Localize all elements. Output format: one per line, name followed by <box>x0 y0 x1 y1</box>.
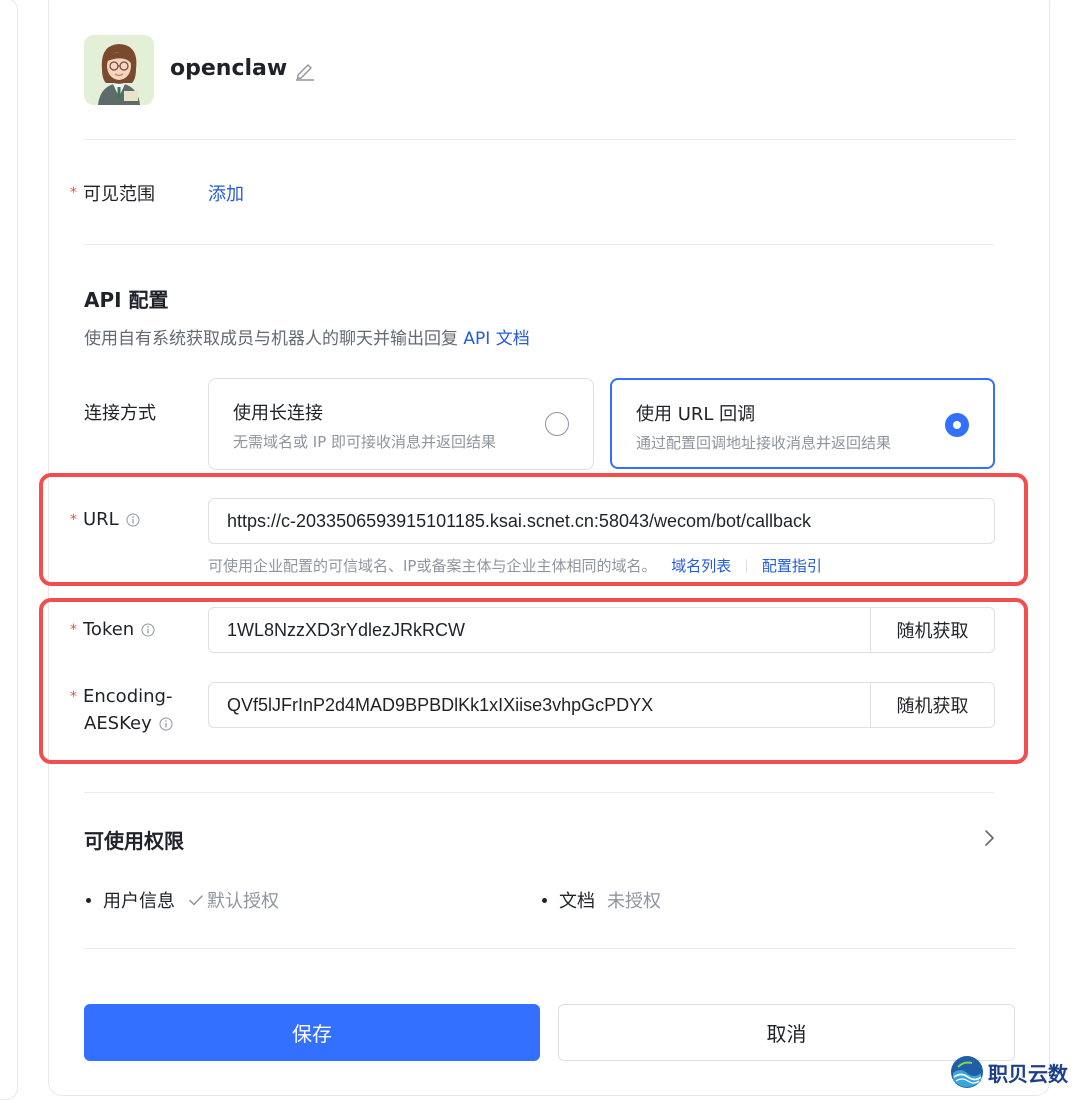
bot-avatar <box>84 35 154 105</box>
api-divider <box>84 792 994 793</box>
connection-option-long-connection[interactable]: 使用长连接 无需域名或 IP 即可接收消息并返回结果 <box>208 378 594 470</box>
url-hint-text: 可使用企业配置的可信域名、IP或备案主体与企业主体相同的域名。 <box>208 557 657 575</box>
option-title: 使用长连接 <box>233 403 323 424</box>
radio-unselected-icon[interactable] <box>545 412 569 436</box>
cancel-button[interactable]: 取消 <box>558 1004 1015 1061</box>
edit-pencil-icon[interactable] <box>293 58 317 82</box>
option-title: 使用 URL 回调 <box>636 404 756 425</box>
aeskey-input[interactable]: QVf5lJFrInP2d4MAD9BPBDlKk1xIXiise3vhpGcP… <box>209 683 870 727</box>
connection-option-url-callback[interactable]: 使用 URL 回调 通过配置回调地址接收消息并返回结果 <box>610 378 995 469</box>
save-button[interactable]: 保存 <box>84 1004 540 1061</box>
watermark-text: 职贝云数 <box>988 1061 1068 1086</box>
bullet-dot <box>542 897 547 903</box>
api-doc-link[interactable]: API 文档 <box>463 329 529 349</box>
api-config-title: API 配置 <box>84 288 169 312</box>
aeskey-input-group: QVf5lJFrInP2d4MAD9BPBDlKk1xIXiise3vhpGcP… <box>208 682 995 728</box>
url-label-row: * URL <box>70 509 140 530</box>
api-config-description: 使用自有系统获取成员与机器人的聊天并输出回复 API 文档 <box>84 324 530 349</box>
header-divider <box>84 139 1015 140</box>
left-panel-edge <box>0 0 18 1100</box>
avatar-woman-glasses-icon <box>84 35 154 105</box>
aeskey-label-line2: AESKey <box>84 713 152 734</box>
check-icon <box>189 895 203 906</box>
permission-name: 文档 <box>559 891 595 912</box>
domain-list-link[interactable]: 域名列表 <box>671 557 731 575</box>
token-input-group: 1WL8NzzXD3rYdlezJRkRCW 随机获取 <box>208 607 995 653</box>
required-mark: * <box>70 185 77 201</box>
connection-label: 连接方式 <box>84 403 156 424</box>
visibility-label-row: * 可见范围 <box>70 180 155 206</box>
permission-status: 默认授权 <box>207 891 279 912</box>
visibility-label: 可见范围 <box>83 184 155 205</box>
aeskey-label-row: * Encoding- AESKey <box>70 686 173 734</box>
api-description-text: 使用自有系统获取成员与机器人的聊天并输出回复 <box>84 329 458 349</box>
permissions-title: 可使用权限 <box>84 829 184 853</box>
required-mark: * <box>70 688 77 705</box>
url-hint: 可使用企业配置的可信域名、IP或备案主体与企业主体相同的域名。 域名列表 配置指… <box>208 555 822 576</box>
url-label: URL <box>83 509 119 530</box>
permission-item-docs: 文档 未授权 <box>542 887 661 913</box>
required-mark: * <box>70 511 77 528</box>
token-random-button[interactable]: 随机获取 <box>870 608 994 652</box>
token-label-row: * Token <box>70 619 155 640</box>
config-guide-link[interactable]: 配置指引 <box>762 557 822 575</box>
url-input[interactable]: https://c-2033506593915101185.ksai.scnet… <box>208 498 995 544</box>
watermark: 职贝云数 <box>950 1055 1068 1089</box>
info-icon[interactable] <box>159 717 173 731</box>
link-separator <box>746 559 748 573</box>
bullet-dot <box>86 897 91 903</box>
info-icon[interactable] <box>141 623 155 637</box>
permission-status: 未授权 <box>607 891 661 912</box>
permission-item-user-info: 用户信息 默认授权 <box>86 887 279 913</box>
radio-selected-icon[interactable] <box>945 413 969 437</box>
chevron-right-icon[interactable] <box>980 828 998 848</box>
permissions-divider <box>84 948 1015 949</box>
option-description: 通过配置回调地址接收消息并返回结果 <box>636 434 892 452</box>
token-input[interactable]: 1WL8NzzXD3rYdlezJRkRCW <box>209 608 870 652</box>
required-mark: * <box>70 621 77 638</box>
info-icon[interactable] <box>126 513 140 527</box>
aeskey-label-line1: Encoding- <box>83 686 173 707</box>
visibility-add-link[interactable]: 添加 <box>208 180 244 206</box>
visibility-divider <box>84 244 994 245</box>
permission-name: 用户信息 <box>103 891 175 912</box>
token-label: Token <box>83 619 135 640</box>
option-description: 无需域名或 IP 即可接收消息并返回结果 <box>233 433 497 451</box>
bot-name: openclaw <box>170 56 288 81</box>
aeskey-random-button[interactable]: 随机获取 <box>870 683 994 727</box>
watermark-logo-icon <box>951 1056 983 1088</box>
